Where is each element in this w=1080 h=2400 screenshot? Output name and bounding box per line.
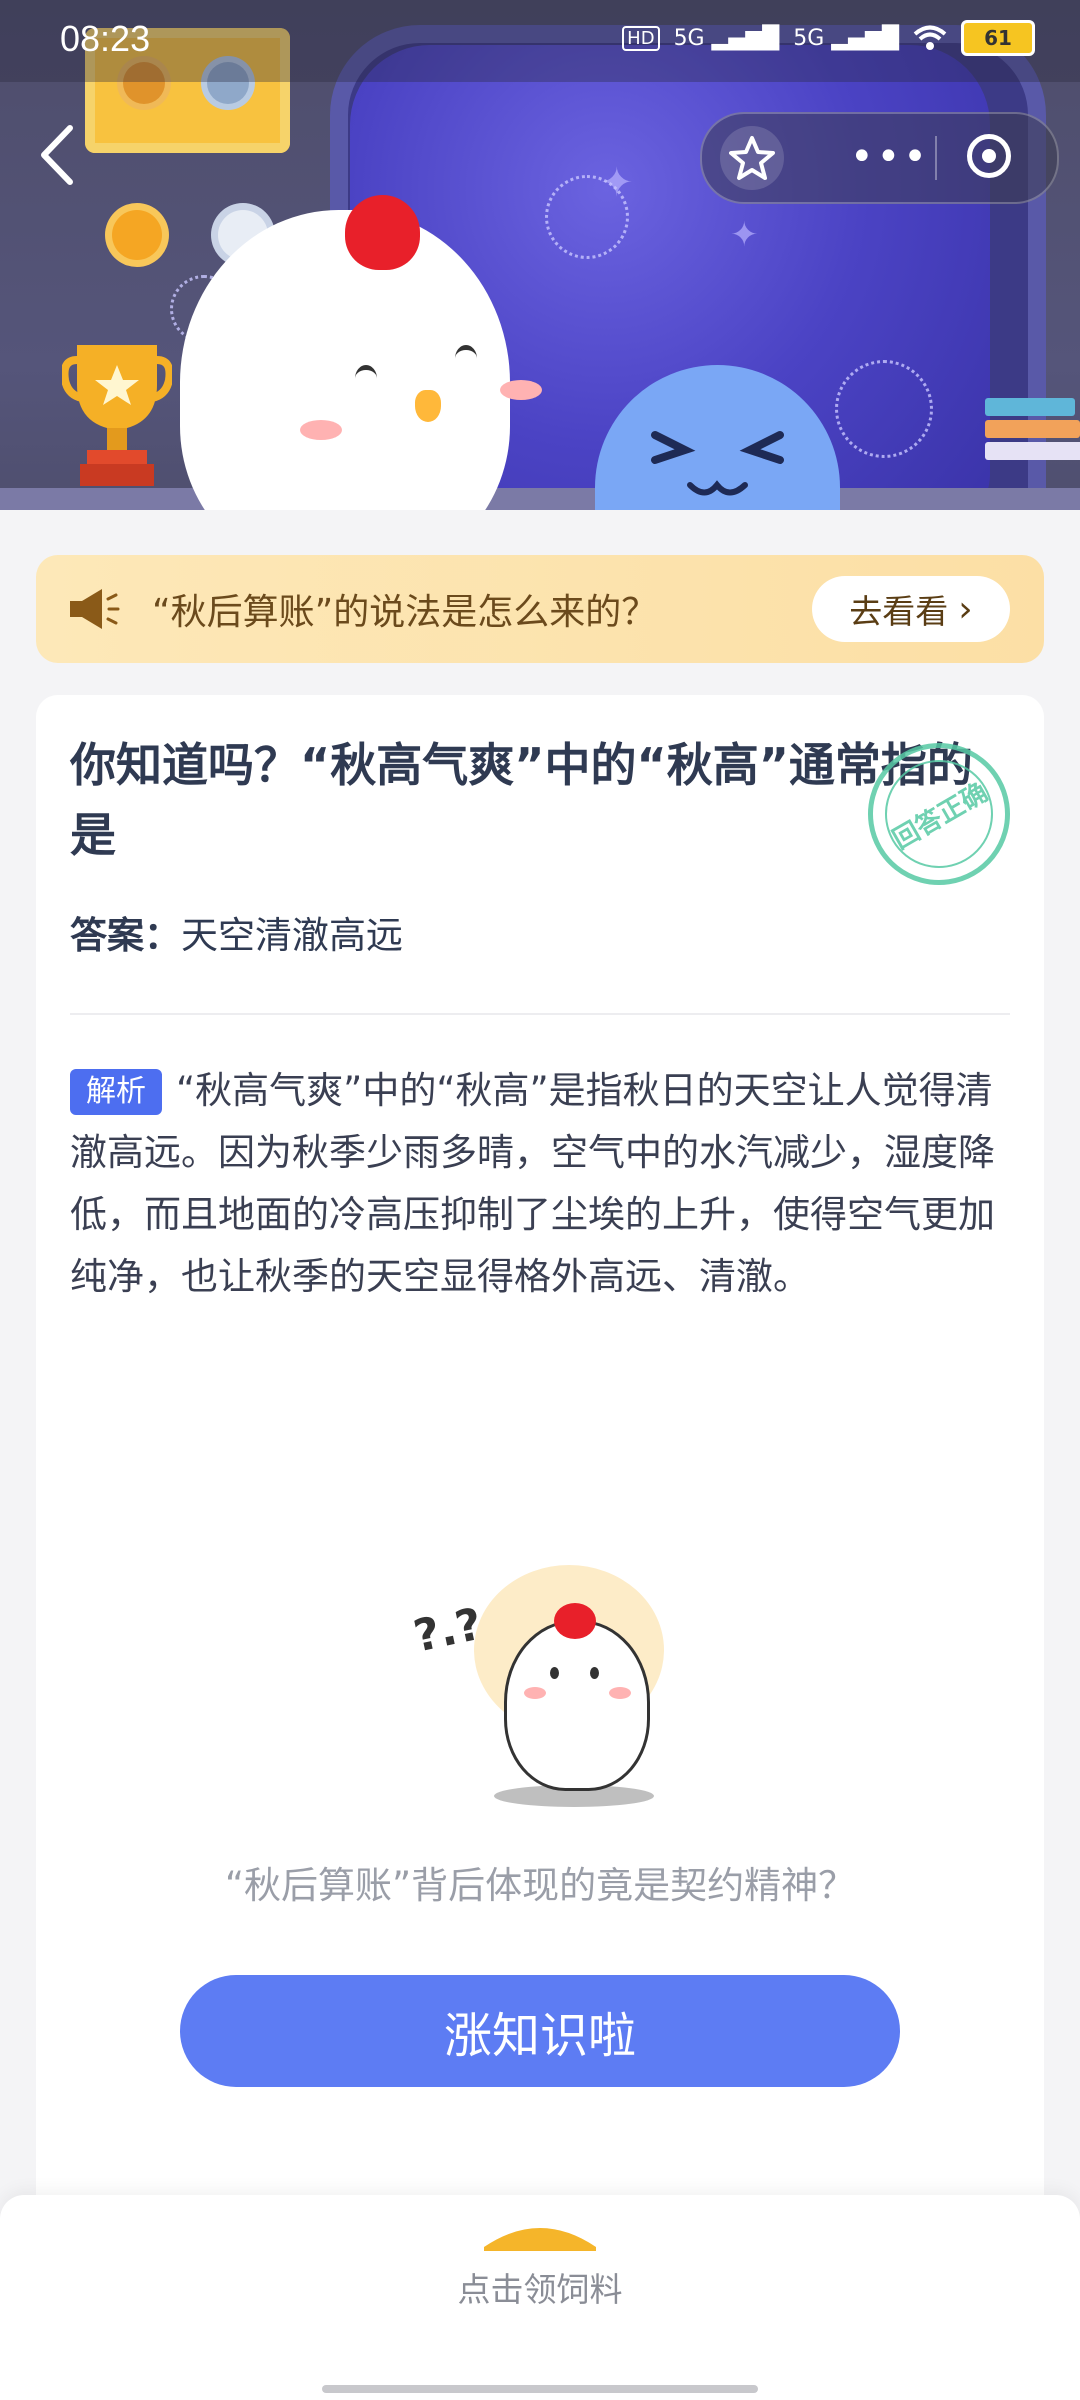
megaphone-icon <box>68 587 120 631</box>
learn-more-button[interactable]: 涨知识啦 <box>180 1975 900 2087</box>
chevron-right-icon: › <box>958 588 973 630</box>
trophy-icon <box>62 345 172 486</box>
battery-level: 61 <box>984 26 1012 50</box>
favorite-button[interactable] <box>720 126 784 190</box>
mascot-cheek <box>609 1687 631 1699</box>
orbit-circle <box>835 360 933 458</box>
bronze-medal-icon <box>112 210 162 260</box>
mascot-body <box>504 1620 650 1791</box>
signal-label: 5G <box>793 25 825 51</box>
topic-banner[interactable]: “秋后算账”的说法是怎么来的？ 去看看 › <box>36 555 1044 663</box>
hero-illustration: ✦ ✦ <box>0 0 1080 610</box>
signal-label: 5G <box>673 25 705 51</box>
mini-program-capsule: ••• <box>700 112 1059 204</box>
chick-eye <box>355 365 377 392</box>
analysis-text: “秋高气爽”中的“秋高”是指秋日的天空让人觉得清澈高远。因为秋季少雨多晴，空气中… <box>70 1069 995 1298</box>
thinking-chick-illustration: ?.? <box>404 1565 684 1815</box>
chick-beak <box>415 390 441 422</box>
books-stack <box>985 398 1080 488</box>
go-see-button[interactable]: 去看看 › <box>812 576 1010 642</box>
answer-label: 答案： <box>70 914 181 957</box>
chick-eye <box>455 345 477 372</box>
status-time: 08:23 <box>60 18 151 59</box>
chick-cheek <box>500 380 542 400</box>
feed-icon <box>484 2228 596 2251</box>
shelf <box>0 488 1080 510</box>
orbit-circle <box>545 175 629 259</box>
answer-row: 答案：天空清澈高远 <box>70 905 403 959</box>
related-question-hint[interactable]: “秋后算账”背后体现的竟是契约精神？ <box>36 1855 1044 1909</box>
chick-comb <box>345 195 420 270</box>
go-see-label: 去看看 <box>849 592 949 631</box>
banner-text: “秋后算账”的说法是怎么来的？ <box>152 592 658 633</box>
signal-icon: 5G ▂▄▆█ <box>673 25 780 51</box>
hd-icon: HD <box>622 25 660 51</box>
mascot-comb <box>554 1603 596 1639</box>
star-icon <box>729 136 775 180</box>
analysis-tag: 解析 <box>70 1069 162 1115</box>
get-feed-label: 点击领饲料 <box>457 2270 623 2309</box>
home-indicator[interactable] <box>322 2385 758 2393</box>
signal-icon: 5G ▂▄▆█ <box>793 25 899 51</box>
mascot-eye <box>550 1667 559 1679</box>
mascot-cheek <box>524 1687 546 1699</box>
battery-icon: 61 <box>961 20 1035 56</box>
mascot-eye <box>590 1667 599 1679</box>
answer-value: 天空清澈高远 <box>181 914 403 957</box>
analysis-paragraph: 解析 “秋高气爽”中的“秋高”是指秋日的天空让人觉得清澈高远。因为秋季少雨多晴，空… <box>70 1060 1015 1308</box>
status-icons: HD 5G ▂▄▆█ 5G ▂▄▆█ 61 <box>622 20 1035 56</box>
question-card: 你知道吗？“秋高气爽”中的“秋高”通常指的是 回答正确 答案：天空清澈高远 解析… <box>36 695 1044 2245</box>
more-button[interactable]: ••• <box>850 134 930 180</box>
divider <box>70 1013 1010 1015</box>
wifi-icon <box>913 25 947 50</box>
chick-cheek <box>300 420 342 440</box>
record-button[interactable] <box>967 134 1011 178</box>
capsule-divider <box>935 136 937 180</box>
back-button[interactable] <box>32 120 82 190</box>
bottom-bar[interactable]: 点击领饲料 <box>0 2195 1080 2400</box>
sparkle-icon: ✦ <box>730 215 759 255</box>
status-bar: 08:23 HD 5G ▂▄▆█ 5G ▂▄▆█ 61 <box>0 0 1080 82</box>
